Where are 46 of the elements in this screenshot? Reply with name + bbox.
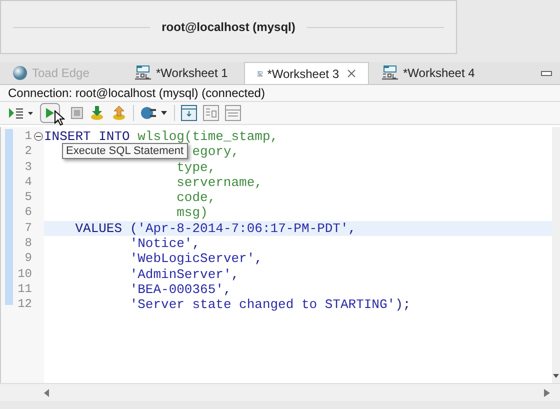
code-line: servername, xyxy=(176,174,262,190)
line-number: 10 xyxy=(16,266,32,282)
code-line: 'Notice', xyxy=(130,236,200,252)
line-number: 9 xyxy=(24,251,32,267)
line-number: 5 xyxy=(24,190,32,206)
line-number: 12 xyxy=(16,297,32,313)
code-line: 'Server state changed to STARTING'); xyxy=(130,297,411,313)
form-view-icon[interactable] xyxy=(225,105,241,121)
editor-tab[interactable]: *Worksheet 4 xyxy=(369,62,491,84)
panel-icon[interactable] xyxy=(181,105,197,121)
plug-icon[interactable] xyxy=(140,105,168,121)
grid-view-icon[interactable] xyxy=(203,105,219,121)
play-icon xyxy=(45,107,55,119)
scroll-down-icon[interactable] xyxy=(553,373,559,379)
database-download-icon[interactable] xyxy=(89,105,105,121)
code-line: msg) xyxy=(176,205,208,221)
connection-status: Connection: root@localhost (mysql) (connected) xyxy=(0,85,560,102)
line-number: 3 xyxy=(24,160,32,175)
sql-file-icon xyxy=(134,65,152,81)
code-line: 'BEA-000365', xyxy=(130,282,232,298)
database-upload-icon[interactable] xyxy=(111,105,127,121)
panel-title: root@localhost (mysql) xyxy=(162,19,296,36)
editor-tab[interactable]: *Worksheet 1 xyxy=(122,62,244,84)
code-line: 'AdminServer', xyxy=(130,266,240,282)
code-line: type, xyxy=(176,160,216,175)
code-line: INSERT INTO wlslog(time_stamp, xyxy=(44,129,278,144)
code-line: egory, xyxy=(192,144,240,160)
scroll-right-icon[interactable] xyxy=(544,388,550,396)
line-number: 7 xyxy=(24,220,32,236)
code-line: VALUES ('Apr-8-2014-7:06:17-PM-PDT', xyxy=(75,220,356,236)
line-number: 6 xyxy=(24,205,32,221)
sql-file-icon xyxy=(381,65,399,81)
code-line: 'WebLogicServer', xyxy=(130,251,262,267)
minimize-icon[interactable] xyxy=(541,71,552,76)
line-number: 1 xyxy=(24,129,32,144)
close-icon[interactable] xyxy=(347,69,356,78)
code-line: code, xyxy=(176,190,216,206)
tooltip: Execute SQL Statement xyxy=(62,143,188,159)
run-script-icon[interactable] xyxy=(8,106,34,120)
editor-tab[interactable]: *Worksheet 3 xyxy=(244,62,369,84)
globe-icon xyxy=(12,65,28,81)
line-number: 2 xyxy=(24,144,32,160)
line-number: 8 xyxy=(24,236,32,252)
line-number: 11 xyxy=(16,282,32,298)
line-number: 4 xyxy=(24,174,32,190)
scroll-left-icon[interactable] xyxy=(44,388,50,396)
